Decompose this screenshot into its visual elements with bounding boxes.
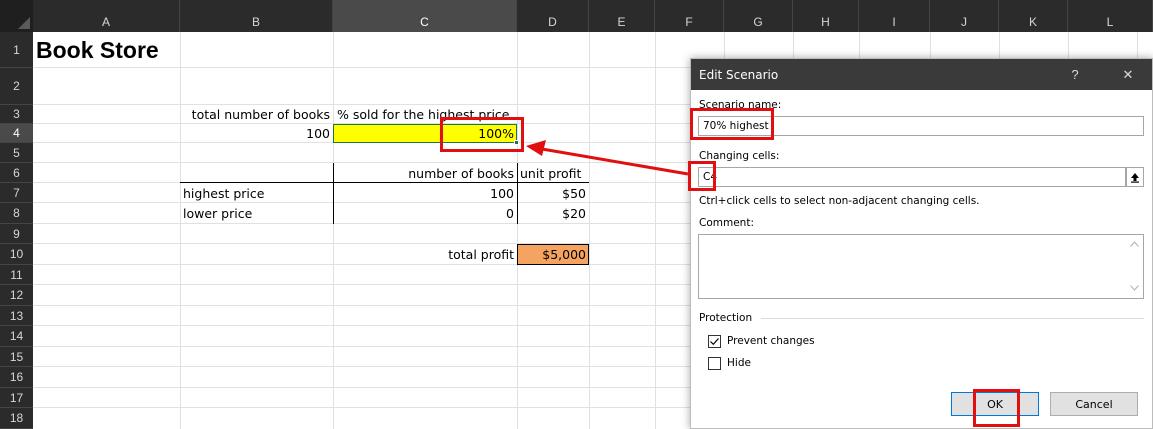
annotation-arrow [526,140,689,176]
annotation-arrow-head-icon [526,140,546,156]
annotation-arrow-line [541,147,689,176]
